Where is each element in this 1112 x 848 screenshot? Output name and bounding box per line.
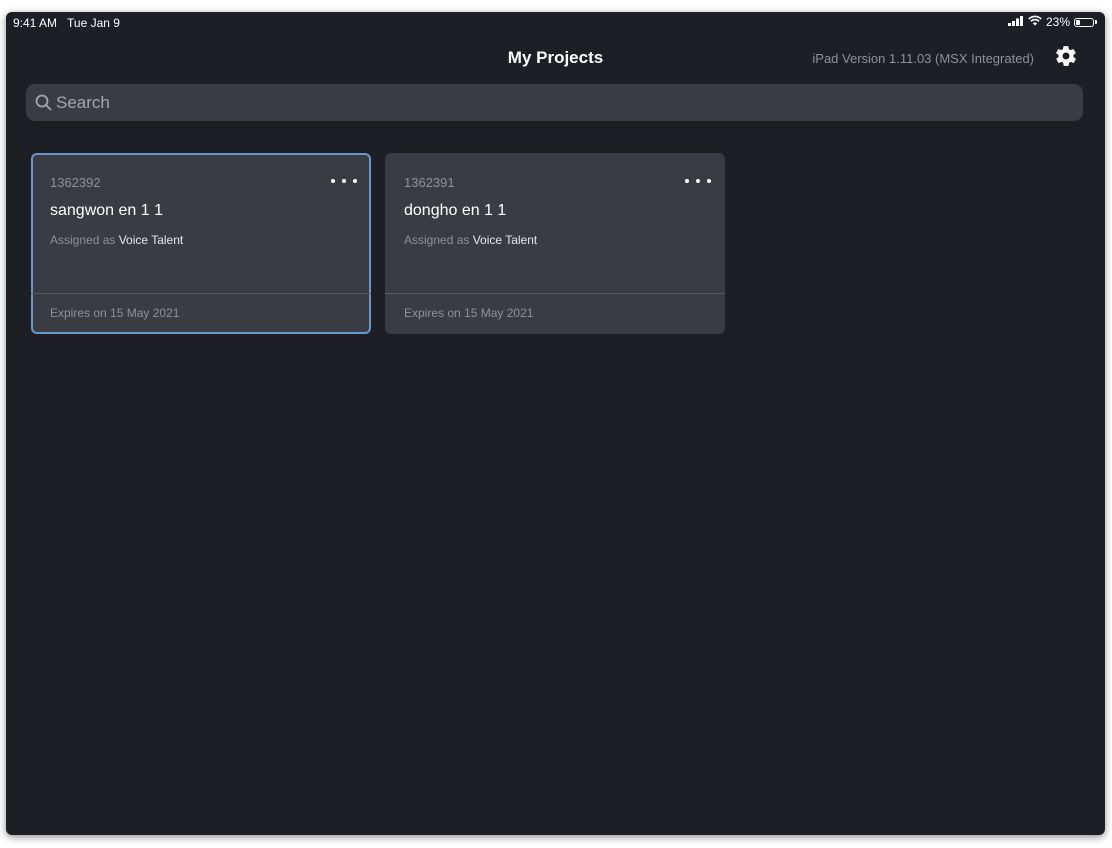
more-icon-dot: [342, 179, 346, 183]
header: My Projects iPad Version 1.11.03 (MSX In…: [6, 44, 1105, 74]
settings-button[interactable]: [1053, 45, 1079, 71]
more-options-button[interactable]: [685, 173, 711, 189]
project-id: 1362391: [404, 175, 455, 190]
assigned-prefix: Assigned as: [50, 233, 116, 247]
project-name: dongho en 1 1: [404, 202, 507, 219]
status-left: 9:41 AM Tue Jan 9: [13, 16, 120, 30]
project-expiry: Expires on 15 May 2021: [404, 306, 534, 320]
version-label: iPad Version 1.11.03 (MSX Integrated): [812, 51, 1034, 66]
search-input[interactable]: [52, 83, 1083, 122]
project-role: Assigned as Voice Talent: [50, 233, 183, 247]
more-options-button[interactable]: [331, 173, 357, 189]
battery-icon: [1074, 17, 1094, 27]
battery-level: [1076, 19, 1080, 25]
status-bar: 9:41 AM Tue Jan 9 23%: [6, 12, 1105, 34]
status-date: Tue Jan 9: [67, 16, 120, 30]
project-card[interactable]: 1362391 dongho en 1 1 Assigned as Voice …: [385, 153, 725, 334]
role-value: Voice Talent: [118, 233, 184, 247]
status-time: 9:41 AM: [13, 16, 58, 30]
cellular-signal-icon: [1007, 15, 1024, 29]
more-icon-dot: [685, 179, 689, 183]
more-icon-dot: [707, 179, 711, 183]
project-card-content: 1362392 sangwon en 1 1 Assigned as Voice…: [31, 153, 371, 334]
wifi-icon: [1028, 15, 1042, 29]
search-icon: [34, 94, 52, 112]
ipad-screen: 9:41 AM Tue Jan 9 23% My Projects iPad V…: [6, 12, 1105, 835]
status-right: 23%: [1007, 15, 1097, 29]
project-id: 1362392: [50, 175, 101, 190]
card-divider: [31, 293, 371, 294]
search-bar[interactable]: [26, 83, 1083, 122]
project-role: Assigned as Voice Talent: [404, 233, 537, 247]
gear-icon: [1054, 44, 1078, 73]
assigned-prefix: Assigned as: [404, 233, 470, 247]
project-expiry: Expires on 15 May 2021: [50, 306, 180, 320]
more-icon-dot: [696, 179, 700, 183]
project-name: sangwon en 1 1: [50, 202, 163, 219]
more-icon-dot: [353, 179, 357, 183]
role-value: Voice Talent: [472, 233, 538, 247]
project-card[interactable]: 1362392 sangwon en 1 1 Assigned as Voice…: [31, 153, 371, 334]
card-divider: [385, 293, 725, 294]
project-card-content: 1362391 dongho en 1 1 Assigned as Voice …: [385, 153, 725, 334]
battery-percentage: 23%: [1045, 15, 1070, 29]
battery-tip: [1095, 20, 1097, 24]
more-icon-dot: [331, 179, 335, 183]
